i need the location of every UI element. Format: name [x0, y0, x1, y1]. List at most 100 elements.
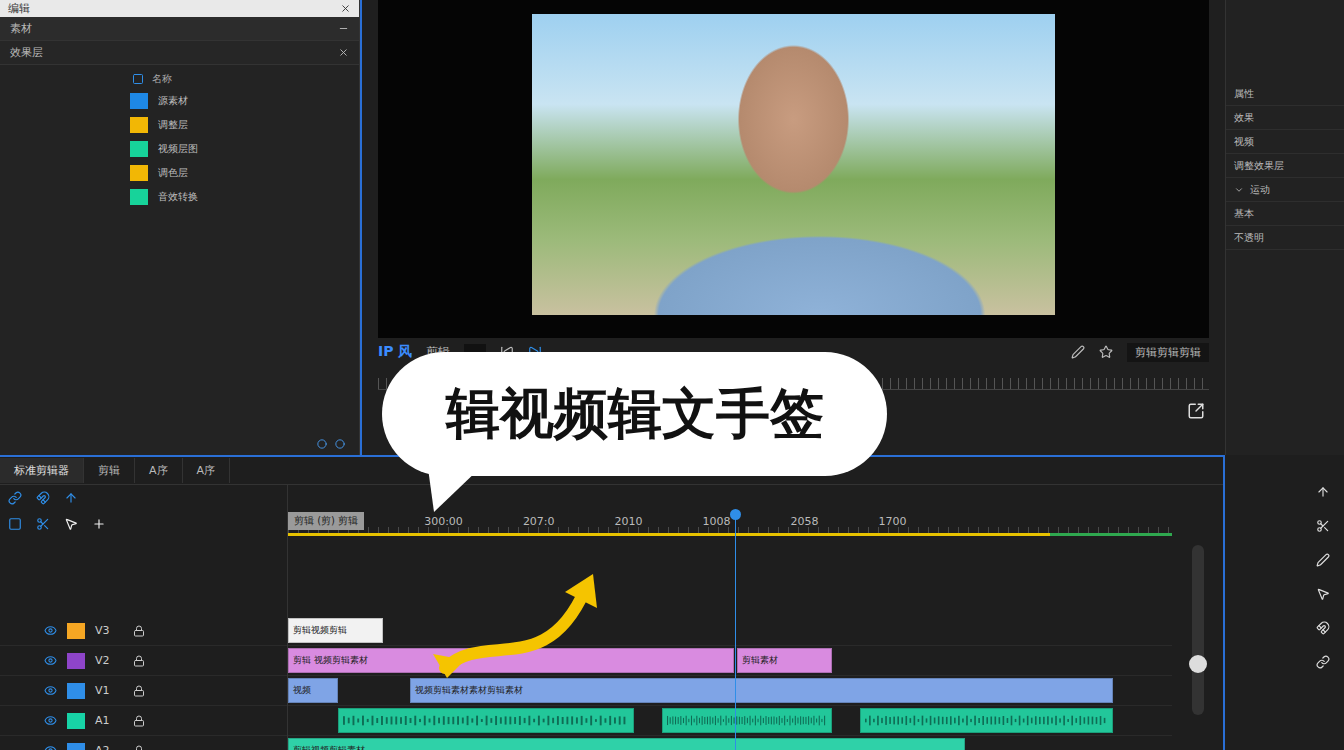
video-frame	[532, 14, 1055, 315]
lock-icon[interactable]	[133, 655, 145, 667]
panel-footer	[0, 433, 359, 455]
timeline-tab[interactable]: A序	[183, 458, 231, 483]
clip-icon	[130, 141, 148, 157]
project-item[interactable]: 视频层图	[0, 137, 359, 161]
audio-clip[interactable]	[860, 708, 1113, 733]
track-header[interactable]: A2	[0, 736, 287, 750]
snap-icon[interactable]	[1316, 621, 1330, 635]
waveform-icon	[865, 709, 1108, 732]
track-lane	[288, 706, 1172, 736]
track-color	[67, 623, 85, 639]
pen-icon[interactable]	[1316, 553, 1330, 567]
ruler-tick: 300:00	[424, 515, 463, 528]
curved-arrow-icon	[425, 570, 610, 680]
track-color	[67, 683, 85, 699]
project-list: 名称源素材调整层视频层图调色层音效转换	[0, 65, 359, 433]
inspector-row[interactable]: 视频	[1226, 130, 1344, 154]
track-lane: 剪辑视频剪辑素材	[288, 736, 1172, 750]
expand-icon[interactable]	[1234, 185, 1244, 195]
ruler-tick: 2058	[791, 515, 819, 528]
timeline-tab[interactable]: 标准剪辑器	[0, 458, 84, 483]
visibility-icon[interactable]	[44, 684, 57, 697]
vertical-scrollbar	[1172, 485, 1223, 750]
video-clip[interactable]: 视频剪辑素材素材剪辑素材	[410, 678, 1113, 703]
title-bar: 编辑	[0, 0, 359, 17]
scroll-thumb[interactable]	[1189, 655, 1207, 673]
export-icon[interactable]	[1187, 402, 1205, 420]
video-clip[interactable]: 视频	[288, 678, 338, 703]
razor-icon[interactable]	[36, 517, 50, 531]
inspector-row[interactable]: 效果	[1226, 106, 1344, 130]
visibility-icon[interactable]	[44, 624, 57, 637]
ruler-tick: 2010	[615, 515, 643, 528]
inspector-row[interactable]: 运动	[1226, 178, 1344, 202]
add-track-icon[interactable]	[92, 517, 106, 531]
video-editor: 编辑素材效果层名称源素材调整层视频层图调色层音效转换IP 风剪辑剪辑剪辑剪辑属性…	[0, 0, 1344, 750]
audio-clip[interactable]	[338, 708, 633, 733]
star-icon[interactable]	[1099, 345, 1113, 359]
visibility-icon[interactable]	[44, 744, 57, 750]
ruler-tick: 207:0	[523, 515, 555, 528]
lock-icon[interactable]	[133, 745, 145, 750]
video-clip[interactable]: 剪辑视频剪辑	[288, 618, 383, 643]
visibility-icon[interactable]	[44, 714, 57, 727]
panel-header[interactable]: 素材	[0, 17, 359, 41]
project-panel: 编辑素材效果层名称源素材调整层视频层图调色层音效转换	[0, 0, 360, 455]
project-item[interactable]: 音效转换	[0, 185, 359, 209]
pen-icon[interactable]	[1071, 345, 1085, 359]
close-icon[interactable]	[338, 47, 349, 58]
timeline-tab[interactable]: A序	[135, 458, 183, 483]
clip-icon	[130, 117, 148, 133]
settings-label[interactable]: 剪辑剪辑剪辑	[1127, 343, 1209, 362]
lift-icon[interactable]	[64, 491, 78, 505]
close-icon[interactable]	[340, 3, 351, 14]
panel-header[interactable]: 效果层	[0, 41, 359, 65]
minimize-icon[interactable]	[338, 23, 349, 34]
timecode[interactable]: IP 风	[378, 343, 412, 361]
track-header[interactable]: V3	[0, 616, 287, 646]
lock-icon[interactable]	[133, 685, 145, 697]
marker-icon[interactable]	[8, 517, 22, 531]
visibility-icon[interactable]	[44, 654, 57, 667]
lock-icon[interactable]	[133, 625, 145, 637]
video-clip[interactable]: 剪辑素材	[737, 648, 832, 673]
clip-icon	[130, 165, 148, 181]
column-header[interactable]: 名称	[0, 69, 359, 89]
inspector-row[interactable]: 基本	[1226, 202, 1344, 226]
track-header[interactable]: V2	[0, 646, 287, 676]
arrow-icon[interactable]	[1316, 485, 1330, 499]
video-clip[interactable]: 剪辑视频剪辑素材	[288, 738, 965, 750]
inspector-panel: 属性效果视频调整效果层运动基本不透明	[1225, 0, 1344, 455]
timeline-tools	[0, 485, 287, 511]
viewer	[378, 0, 1209, 338]
clip-icon	[130, 93, 148, 109]
select-icon[interactable]	[64, 517, 78, 531]
timeline-tab[interactable]: 剪辑	[84, 458, 135, 483]
inspector-row[interactable]: 调整效果层	[1226, 154, 1344, 178]
timeline-panel: 标准剪辑器剪辑A序A序V3V2V1A1A2剪辑 (剪) 剪辑300:00207:…	[0, 455, 1225, 750]
track-color	[67, 713, 85, 729]
scroll-track[interactable]	[1192, 545, 1204, 715]
ruler-tick: 1008	[703, 515, 731, 528]
dot-icon[interactable]	[317, 439, 327, 449]
project-item[interactable]: 调色层	[0, 161, 359, 185]
select-icon[interactable]	[1316, 587, 1330, 601]
razor-icon[interactable]	[1316, 519, 1330, 533]
link-icon[interactable]	[8, 491, 22, 505]
link-icon[interactable]	[1316, 655, 1330, 669]
track-lane: 视频 视频剪辑素材素材剪辑素材	[288, 676, 1172, 706]
window-title: 编辑	[8, 1, 30, 16]
inspector-row[interactable]: 属性	[1226, 82, 1344, 106]
playhead[interactable]	[735, 515, 736, 750]
project-item[interactable]: 调整层	[0, 113, 359, 137]
audio-clip[interactable]	[662, 708, 832, 733]
track-header[interactable]: V1	[0, 676, 287, 706]
timeline-tools	[0, 511, 287, 537]
work-area-bar[interactable]	[288, 533, 1172, 536]
project-item[interactable]: 源素材	[0, 89, 359, 113]
snap-icon[interactable]	[36, 491, 50, 505]
dot-icon[interactable]	[335, 439, 345, 449]
inspector-row[interactable]: 不透明	[1226, 226, 1344, 250]
track-header[interactable]: A1	[0, 706, 287, 736]
lock-icon[interactable]	[133, 715, 145, 727]
